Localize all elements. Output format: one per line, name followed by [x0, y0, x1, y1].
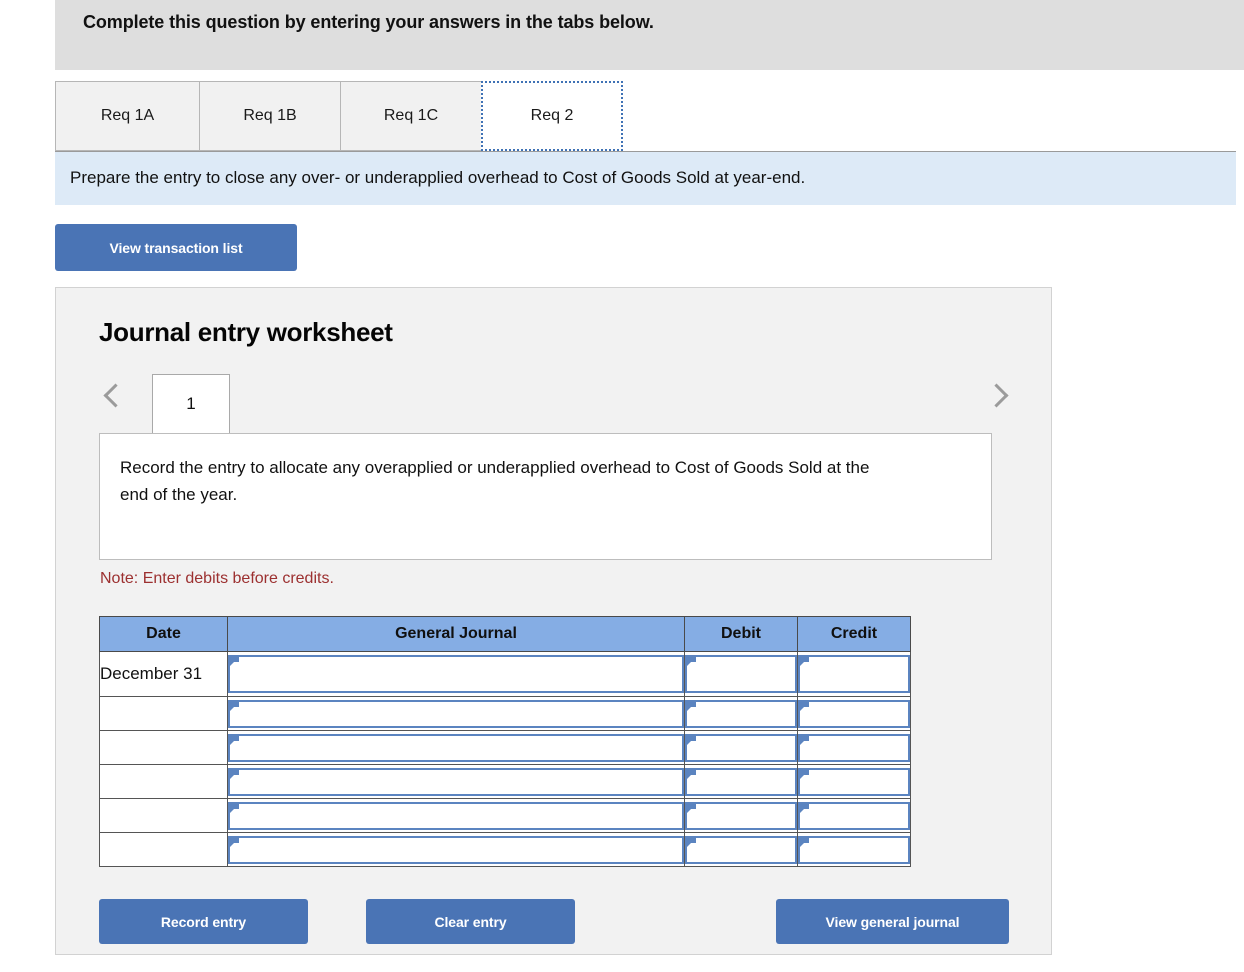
worksheet-page-tab-1-label: 1 [186, 394, 196, 413]
journal-entry-worksheet-panel: Journal entry worksheet 1 Record the ent… [55, 287, 1052, 955]
cell-credit-5[interactable] [797, 798, 911, 833]
cell-debit-5[interactable] [684, 798, 798, 833]
cell-credit-1[interactable] [797, 651, 911, 697]
debits-before-credits-note: Note: Enter debits before credits. [100, 570, 334, 587]
table-row: December 31 [99, 651, 911, 697]
journal-entry-table: Date General Journal Debit Credit Decemb… [99, 616, 911, 867]
input-credit-6[interactable] [798, 835, 910, 864]
cell-date-6[interactable] [99, 832, 228, 867]
chevron-right-glyph [983, 382, 1009, 408]
cell-debit-3[interactable] [684, 730, 798, 765]
cell-credit-6[interactable] [797, 832, 911, 867]
input-debit-1[interactable] [685, 655, 797, 693]
record-entry-button[interactable]: Record entry [99, 899, 308, 944]
input-debit-6[interactable] [685, 835, 797, 864]
column-header-general-journal: General Journal [227, 616, 685, 652]
tab-req-1c[interactable]: Req 1C [340, 81, 482, 151]
journal-table-header-row: Date General Journal Debit Credit [99, 616, 911, 652]
input-credit-5[interactable] [798, 801, 910, 830]
worksheet-description-text: Record the entry to allocate any overapp… [120, 458, 870, 504]
cell-date-1[interactable]: December 31 [99, 651, 228, 697]
input-general-journal-2[interactable] [228, 699, 684, 728]
clear-entry-label: Clear entry [434, 913, 507, 930]
cell-general-journal-5[interactable] [227, 798, 685, 833]
input-general-journal-5[interactable] [228, 801, 684, 830]
worksheet-page-tab-1[interactable]: 1 [152, 374, 230, 433]
cell-debit-2[interactable] [684, 696, 798, 731]
view-transaction-list-button[interactable]: View transaction list [55, 224, 297, 271]
input-debit-3[interactable] [685, 733, 797, 762]
tab-req-1b-label: Req 1B [243, 107, 297, 124]
table-row [99, 696, 911, 731]
question-banner: Complete this question by entering your … [55, 0, 1244, 70]
cell-credit-3[interactable] [797, 730, 911, 765]
clear-entry-button[interactable]: Clear entry [366, 899, 575, 944]
cell-general-journal-1[interactable] [227, 651, 685, 697]
view-transaction-list-label: View transaction list [109, 239, 243, 256]
cell-general-journal-2[interactable] [227, 696, 685, 731]
tab-req-1b[interactable]: Req 1B [199, 81, 341, 151]
input-general-journal-6[interactable] [228, 835, 684, 864]
view-general-journal-label: View general journal [825, 913, 960, 930]
input-debit-2[interactable] [685, 699, 797, 728]
tab-req-2-label: Req 2 [530, 107, 574, 124]
tab-req-1c-label: Req 1C [383, 107, 439, 124]
column-header-date: Date [99, 616, 228, 652]
table-row [99, 730, 911, 765]
input-debit-5[interactable] [685, 801, 797, 830]
tab-req-1a[interactable]: Req 1A [55, 81, 200, 151]
page-root: Complete this question by entering your … [0, 0, 1244, 972]
chevron-right-icon[interactable] [979, 376, 1013, 414]
column-header-credit: Credit [797, 616, 911, 652]
input-general-journal-4[interactable] [228, 767, 684, 796]
cell-date-2[interactable] [99, 696, 228, 731]
table-row [99, 832, 911, 867]
tab-req-2[interactable]: Req 2 [481, 81, 623, 151]
cell-credit-4[interactable] [797, 764, 911, 799]
input-credit-3[interactable] [798, 733, 910, 762]
cell-date-3[interactable] [99, 730, 228, 765]
record-entry-label: Record entry [160, 913, 247, 930]
worksheet-description-box: Record the entry to allocate any overapp… [99, 433, 992, 560]
requirement-tabstrip: Req 1A Req 1B Req 1C Req 2 [55, 70, 1236, 152]
question-banner-text: Complete this question by entering your … [83, 12, 654, 32]
cell-debit-1[interactable] [684, 651, 798, 697]
input-debit-4[interactable] [685, 767, 797, 796]
input-credit-1[interactable] [798, 655, 910, 693]
cell-general-journal-4[interactable] [227, 764, 685, 799]
requirement-instruction-bar: Prepare the entry to close any over- or … [55, 152, 1236, 205]
cell-debit-4[interactable] [684, 764, 798, 799]
cell-credit-2[interactable] [797, 696, 911, 731]
chevron-left-glyph [102, 382, 128, 408]
input-credit-4[interactable] [798, 767, 910, 796]
view-general-journal-button[interactable]: View general journal [776, 899, 1009, 944]
chevron-left-icon[interactable] [98, 376, 132, 414]
table-row [99, 798, 911, 833]
table-row [99, 764, 911, 799]
cell-general-journal-6[interactable] [227, 832, 685, 867]
cell-debit-6[interactable] [684, 832, 798, 867]
tab-req-1a-label: Req 1A [100, 107, 155, 124]
input-general-journal-1[interactable] [228, 655, 684, 693]
column-header-debit: Debit [684, 616, 798, 652]
worksheet-title: Journal entry worksheet [99, 317, 393, 347]
cell-date-5[interactable] [99, 798, 228, 833]
cell-date-4[interactable] [99, 764, 228, 799]
input-general-journal-3[interactable] [228, 733, 684, 762]
cell-general-journal-3[interactable] [227, 730, 685, 765]
requirement-instruction-text: Prepare the entry to close any over- or … [70, 168, 806, 187]
input-credit-2[interactable] [798, 699, 910, 728]
